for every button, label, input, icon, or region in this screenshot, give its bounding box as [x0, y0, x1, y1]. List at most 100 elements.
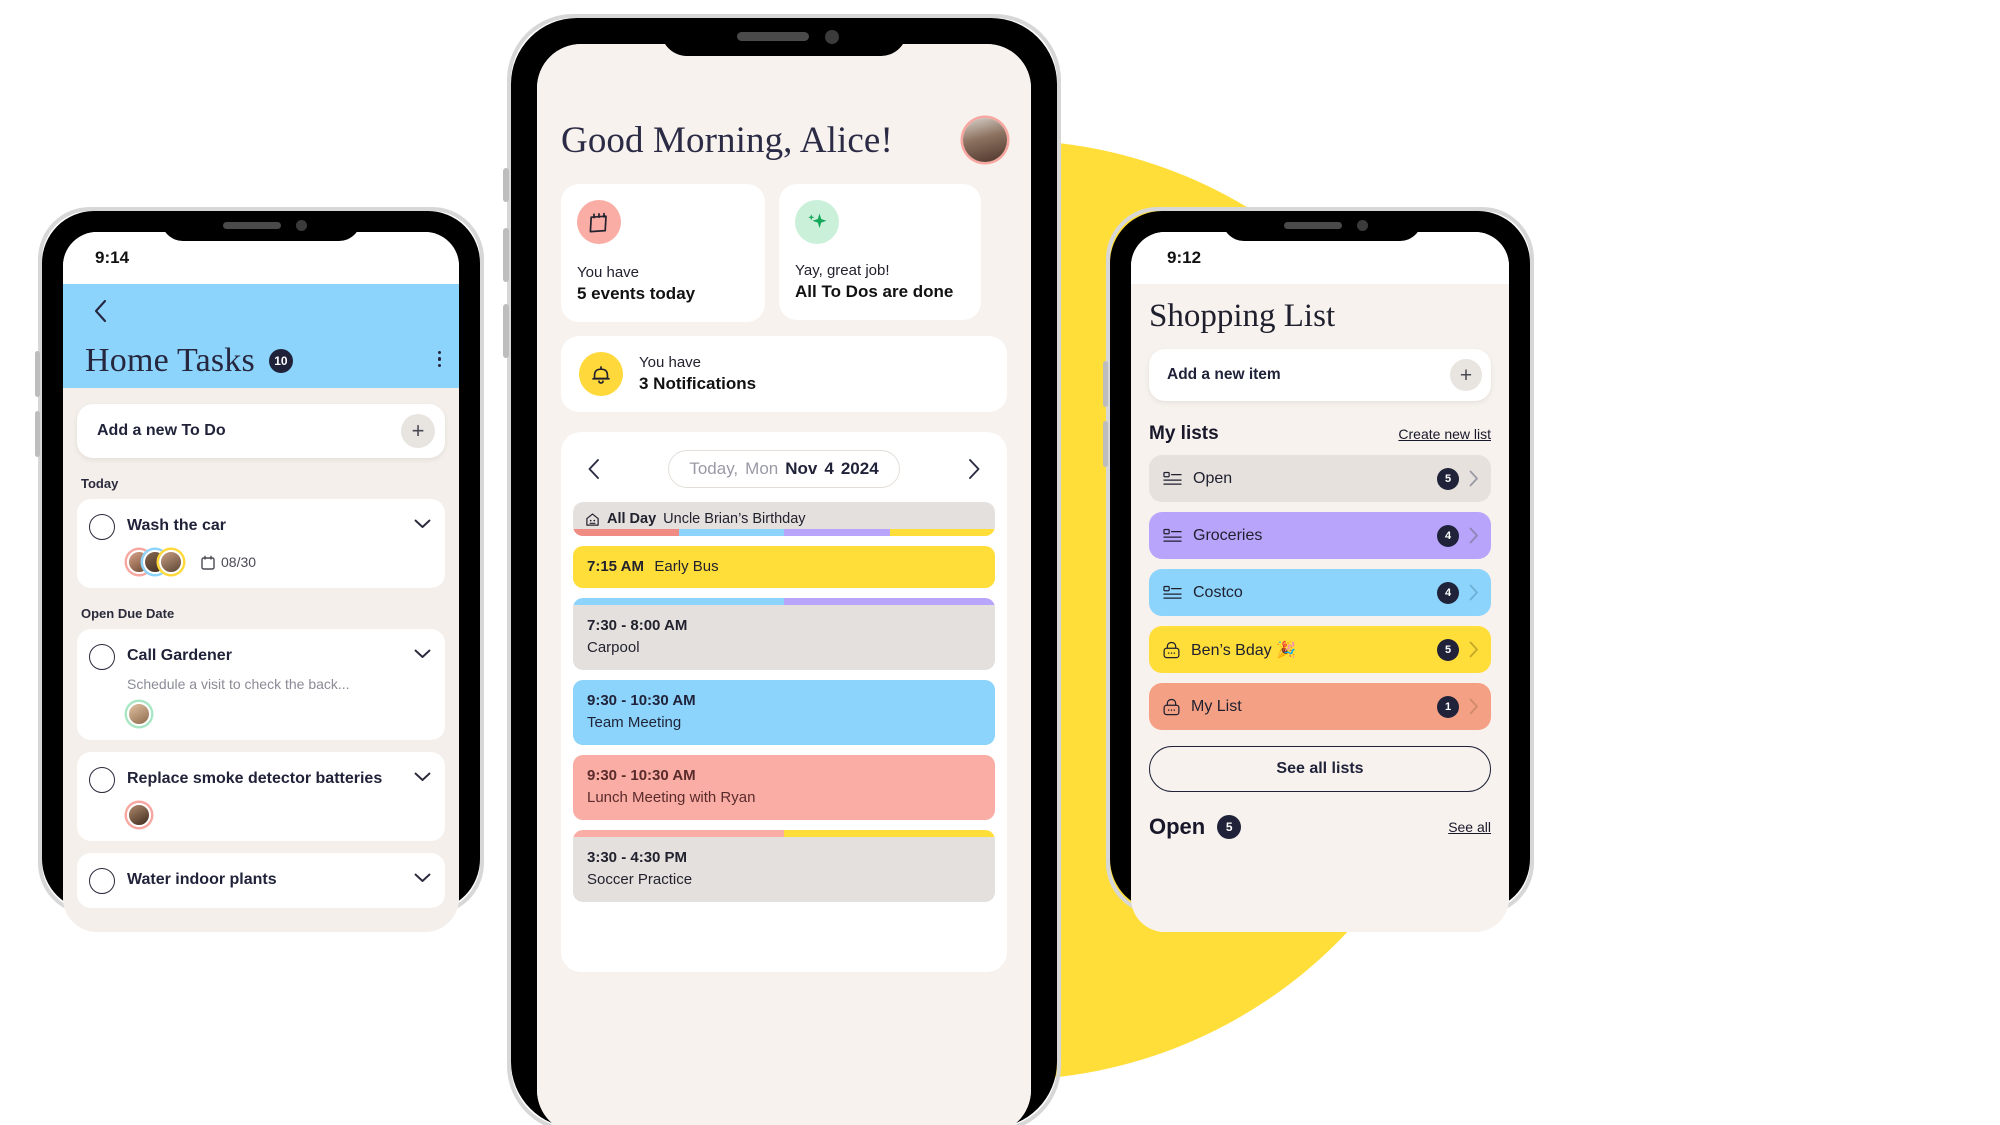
- notifications-card[interactable]: You have 3 Notifications: [561, 336, 1007, 412]
- task-count-badge: 10: [268, 349, 293, 373]
- event-time: 7:30 - 8:00 AM: [587, 617, 688, 634]
- chevron-right-icon[interactable]: [1469, 698, 1479, 715]
- right-status-clock: 9:12: [1167, 248, 1202, 267]
- volume-down-button[interactable]: [35, 411, 40, 457]
- mute-switch[interactable]: [503, 168, 509, 202]
- event-title: Lunch Meeting with Ryan: [587, 789, 756, 806]
- left-phone-device: 9:14 Home Tasks 10 Add a new To Do + Tod…: [35, 207, 484, 932]
- event-body: 3:30 - 4:30 PM Soccer Practice: [573, 837, 995, 902]
- chevron-right-icon[interactable]: [1469, 470, 1479, 487]
- event-title: Carpool: [587, 639, 640, 656]
- task-row[interactable]: Call Gardener Schedule a visit to check …: [77, 629, 445, 740]
- volume-up-button[interactable]: [503, 228, 509, 282]
- list-item-costco[interactable]: Costco 4: [1149, 569, 1491, 616]
- back-button[interactable]: [85, 296, 115, 326]
- events-card-bottom: 5 events today: [577, 284, 696, 303]
- my-lists-title: My lists: [1149, 423, 1219, 444]
- calendar-event[interactable]: 9:30 - 10:30 AM Team Meeting: [573, 680, 995, 745]
- plus-icon[interactable]: +: [1450, 359, 1482, 391]
- list-item-open[interactable]: Open 5: [1149, 455, 1491, 502]
- chevron-down-icon[interactable]: [414, 766, 431, 782]
- home-tasks-title-row: Home Tasks 10: [85, 342, 441, 380]
- add-item-input[interactable]: Add a new item +: [1149, 349, 1491, 401]
- calendar-event-allday[interactable]: All Day Uncle Brian’s Birthday: [573, 502, 995, 536]
- chevron-right-icon[interactable]: [1469, 584, 1479, 601]
- todos-card-top: Yay, great job!: [795, 262, 890, 279]
- event-time: 7:15 AM: [587, 558, 644, 575]
- calendar-card: Today, Mon Nov 4 2024 All Day Uncle Bria…: [561, 432, 1007, 972]
- task-meta: 08/30: [127, 550, 431, 574]
- task-header: Wash the car: [89, 513, 431, 540]
- open-section-count: 5: [1217, 815, 1242, 839]
- list-icon: [1163, 585, 1182, 599]
- front-camera: [1357, 220, 1368, 231]
- calendar-event[interactable]: 3:30 - 4:30 PM Soccer Practice: [573, 830, 995, 902]
- task-row[interactable]: Wash the car 08/30: [77, 499, 445, 588]
- volume-down-button[interactable]: [503, 304, 509, 358]
- section-label-today: Today: [81, 476, 119, 491]
- task-title: Wash the car: [127, 517, 226, 534]
- screenshot-stage: 9:14 Home Tasks 10 Add a new To Do + Tod…: [0, 0, 2000, 1125]
- task-checkbox[interactable]: [89, 868, 115, 894]
- home-tasks-header: Home Tasks 10: [63, 284, 459, 388]
- list-item-bens-bday[interactable]: Ben’s Bday 🎉 5: [1149, 626, 1491, 673]
- task-row[interactable]: Replace smoke detector batteries: [77, 752, 445, 841]
- plus-icon[interactable]: +: [401, 414, 435, 448]
- center-phone-device: Good Morning, Alice! You have 5 events t…: [503, 14, 1061, 1125]
- allday-title: Uncle Brian’s Birthday: [663, 511, 806, 527]
- volume-up-button[interactable]: [35, 351, 40, 397]
- calendar-event[interactable]: 9:30 - 10:30 AM Lunch Meeting with Ryan: [573, 755, 995, 820]
- date-display-pill[interactable]: Today, Mon Nov 4 2024: [668, 450, 900, 488]
- list-item-groceries[interactable]: Groceries 4: [1149, 512, 1491, 559]
- assignee-avatars: [127, 803, 151, 827]
- add-item-label: Add a new item: [1167, 366, 1281, 383]
- events-summary-card[interactable]: You have 5 events today: [561, 184, 765, 322]
- volume-up-button[interactable]: [1103, 361, 1108, 407]
- list-name: Ben’s Bday 🎉: [1191, 641, 1297, 659]
- chevron-down-icon[interactable]: [414, 867, 431, 883]
- house-icon: [586, 512, 599, 526]
- volume-down-button[interactable]: [1103, 421, 1108, 467]
- list-name: My List: [1191, 697, 1242, 715]
- allday-color-stripes: [573, 529, 995, 536]
- task-row[interactable]: Water indoor plants: [77, 853, 445, 908]
- sparkles-icon: [795, 200, 839, 244]
- bell-icon: [579, 352, 623, 396]
- avatar: [127, 803, 151, 827]
- task-header: Water indoor plants: [89, 867, 431, 894]
- summary-cards: You have 5 events today Yay, great job! …: [561, 184, 1007, 322]
- see-all-link[interactable]: See all: [1448, 819, 1491, 835]
- todos-summary-card[interactable]: Yay, great job! All To Dos are done: [779, 184, 981, 320]
- add-todo-input[interactable]: Add a new To Do +: [77, 404, 445, 458]
- home-dashboard: Good Morning, Alice! You have 5 events t…: [537, 44, 1031, 1125]
- add-todo-label: Add a new To Do: [97, 422, 226, 439]
- see-all-lists-button[interactable]: See all lists: [1149, 746, 1491, 792]
- task-title: Replace smoke detector batteries: [127, 770, 383, 787]
- chevron-right-icon[interactable]: [1469, 641, 1479, 658]
- list-count-badge: 5: [1437, 638, 1459, 661]
- chevron-down-icon[interactable]: [414, 643, 431, 659]
- front-camera: [296, 220, 307, 231]
- calendar-event[interactable]: 7:30 - 8:00 AM Carpool: [573, 598, 995, 670]
- chevron-right-icon[interactable]: [962, 458, 987, 480]
- chevron-left-icon[interactable]: [581, 458, 606, 480]
- list-item-my-list[interactable]: My List 1: [1149, 683, 1491, 730]
- date-today-label: Today,: [689, 459, 739, 478]
- lock-icon: [1163, 698, 1180, 715]
- my-lists-header: My lists Create new list: [1149, 423, 1491, 445]
- list-name: Costco: [1193, 583, 1243, 601]
- chevron-right-icon[interactable]: [1469, 527, 1479, 544]
- task-checkbox[interactable]: [89, 767, 115, 793]
- task-checkbox[interactable]: [89, 644, 115, 670]
- kebab-menu-icon[interactable]: [437, 350, 441, 372]
- date-year: 2024: [840, 459, 879, 478]
- greeting-title: Good Morning, Alice!: [561, 119, 893, 161]
- event-color-stripes: [573, 598, 995, 605]
- chevron-down-icon[interactable]: [414, 513, 431, 529]
- calendar-event[interactable]: 7:15 AM Early Bus: [573, 546, 995, 588]
- avatar[interactable]: [963, 118, 1007, 162]
- center-phone-notch: [661, 18, 907, 56]
- assignee-avatars: [127, 550, 183, 574]
- create-new-list-link[interactable]: Create new list: [1398, 426, 1491, 442]
- task-checkbox[interactable]: [89, 514, 115, 540]
